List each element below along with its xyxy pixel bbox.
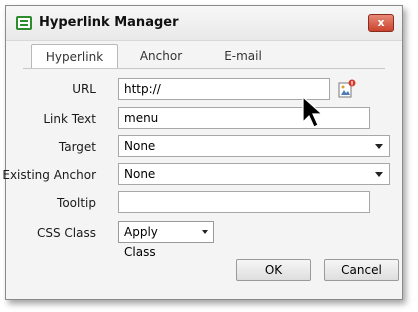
css-class-label: CSS Class — [37, 226, 96, 240]
chevron-down-icon — [375, 144, 383, 149]
tab-email[interactable]: E-mail — [203, 44, 283, 69]
link-text-input[interactable]: menu — [118, 107, 370, 129]
tab-bar: Hyperlink Anchor E-mail — [31, 44, 391, 69]
hyperlink-manager-dialog: Hyperlink Manager x Hyperlink Anchor E-m… — [2, 5, 403, 300]
title-bar[interactable]: Hyperlink Manager x — [6, 6, 402, 41]
url-label: URL — [72, 82, 96, 96]
existing-anchor-label: Existing Anchor — [2, 168, 96, 182]
target-select[interactable]: None — [118, 135, 390, 157]
tab-anchor[interactable]: Anchor — [121, 44, 201, 69]
ok-button[interactable]: OK — [236, 259, 311, 281]
link-text-label: Link Text — [43, 112, 96, 126]
css-class-select[interactable]: Apply Class — [118, 221, 214, 259]
close-button[interactable]: x — [368, 14, 394, 32]
chevron-down-icon — [375, 172, 383, 177]
css-class-value: Apply Class — [124, 225, 158, 259]
image-browse-icon[interactable] — [338, 79, 356, 99]
close-icon: x — [377, 16, 385, 29]
target-value: None — [124, 139, 156, 153]
tab-hyperlink[interactable]: Hyperlink — [31, 44, 118, 69]
existing-anchor-select[interactable]: None — [118, 163, 390, 185]
tooltip-input[interactable] — [118, 191, 370, 213]
cancel-button[interactable]: Cancel — [324, 259, 399, 281]
dialog-title: Hyperlink Manager — [39, 15, 179, 30]
existing-anchor-value: None — [124, 167, 156, 181]
mouse-pointer-icon — [301, 95, 325, 130]
target-label: Target — [58, 140, 96, 154]
tooltip-label: Tooltip — [57, 196, 96, 210]
hyperlink-manager-icon — [16, 16, 32, 30]
url-input[interactable]: http:// — [118, 78, 330, 100]
chevron-down-icon — [202, 230, 208, 234]
